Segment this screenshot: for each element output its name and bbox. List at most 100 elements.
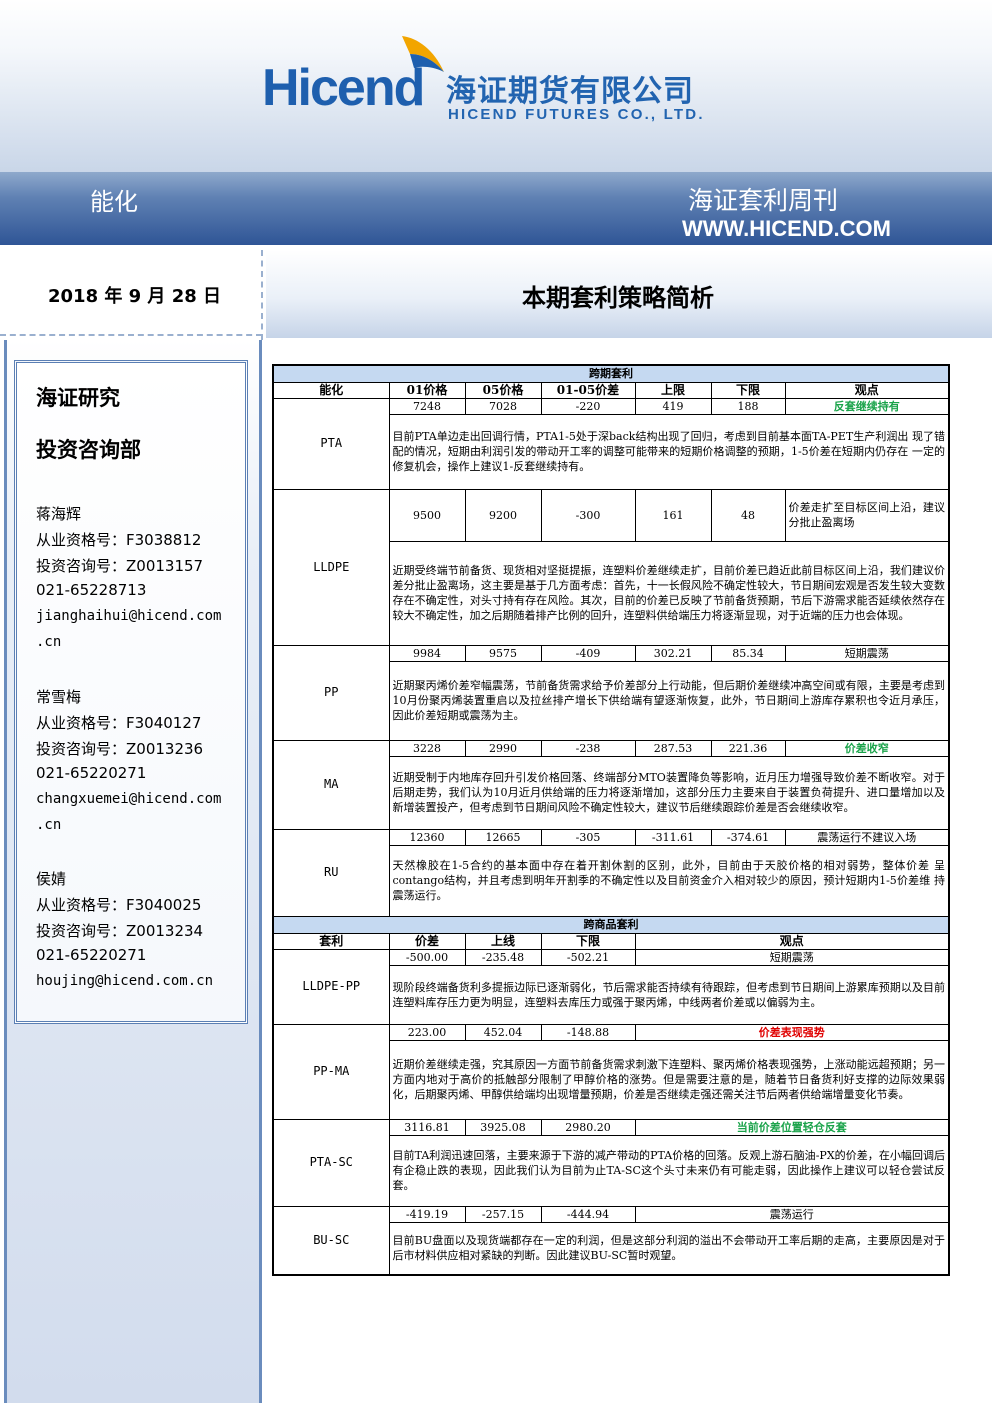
pair-name: PP-MA	[272, 1023, 390, 1120]
price-05: 9200	[464, 488, 542, 542]
comment: 目前PTA单边走出回调行情，PTA1-5处于深back结构出现了回归，考虑到目前…	[388, 413, 950, 490]
analyst-advisory: 投资咨询号：Z0013236	[36, 740, 204, 758]
analyst-email[interactable]: changxuemei@hicend.com	[36, 791, 221, 807]
comment: 近期聚丙烯价差窄幅震荡，节前备货需求给予价差部分上行动能，但后期价差继续冲高空间…	[388, 660, 950, 741]
column-headers: 套利 价差 上线 下限 观点	[272, 932, 950, 950]
comment: 天然橡胶在1-5合约的基本面中存在着开割休割的区别，此外，目前由于天胶价格的相对…	[388, 844, 950, 917]
lower-limit: 85.34	[710, 644, 786, 662]
table-row: PP-MA 223.00 452.04 -148.88 价差表现强势	[272, 1023, 950, 1120]
comment: 近期受终端节前备货、现货相对坚挺提振，连塑料价差继续走扩，目前价差已趋近此前目标…	[388, 540, 950, 646]
analyst-email-suffix[interactable]: .cn	[36, 817, 61, 833]
spread: -419.19	[388, 1205, 466, 1223]
lower-limit: 48	[710, 488, 786, 542]
price-05: 7028	[464, 397, 542, 415]
company-logo: Hicend 海证期货有限公司 HICEND FUTURES CO., LTD.	[262, 30, 732, 130]
price-05: 12665	[464, 828, 542, 846]
website-link[interactable]: WWW.HICEND.COM	[682, 216, 891, 242]
upper-limit: -257.15	[464, 1205, 542, 1223]
divider	[261, 250, 263, 340]
comment: 近期受制于内地库存回升引发价格回落、终端部分MTO装置降负等影响，近月压力增强导…	[388, 755, 950, 830]
col-header: 套利	[272, 932, 390, 950]
commodity-name: MA	[272, 739, 390, 830]
price-01: 7248	[388, 397, 466, 415]
company-name-cn: 海证期货有限公司	[446, 74, 694, 109]
analyst-advisory: 投资咨询号：Z0013157	[36, 557, 204, 575]
spread: -305	[540, 828, 636, 846]
lower-limit: 188	[710, 397, 786, 415]
upper-limit: 161	[634, 488, 712, 542]
comment: 目前BU盘面以及现货端都存在一定的利润，但是这部分利润的溢出不会带动开工率后期的…	[388, 1221, 950, 1276]
lower-limit: 221.36	[710, 739, 786, 757]
analyst-license: 从业资格号：F3040127	[36, 714, 202, 732]
spread: -238	[540, 739, 636, 757]
logo-wing-icon	[402, 36, 444, 72]
table-row: PTA-SC 3116.81 3925.08 2980.20 当前价差位置轻仓反…	[272, 1118, 950, 1207]
analyst-email-suffix[interactable]: .cn	[36, 634, 61, 650]
col-header: 01-05价差	[540, 381, 636, 399]
view: 短期震荡	[784, 644, 950, 662]
pair-name: LLDPE-PP	[272, 948, 390, 1025]
table-row: LLDPE 9500 9200 -300 161 48 价差走扩至目标区间上沿，…	[272, 488, 950, 646]
commodity-name: PTA	[272, 397, 390, 490]
analyst-phone: 021-65220271	[36, 946, 147, 964]
spread: -220	[540, 397, 636, 415]
spread: 223.00	[388, 1023, 466, 1041]
price-01: 9984	[388, 644, 466, 662]
arbitrage-table: 跨期套利 能化 01价格 05价格 01-05价差 上限 下限 观点 PTA 7…	[272, 364, 951, 1276]
upper-limit: -311.61	[634, 828, 712, 846]
upper-limit: 302.21	[634, 644, 712, 662]
spread: -500.00	[388, 948, 466, 966]
price-05: 9575	[464, 644, 542, 662]
comment: 现阶段终端备货利多提振边际已逐渐弱化，节后需求能否持续有待跟踪，但考虑到节日期间…	[388, 964, 950, 1025]
col-header: 05价格	[464, 381, 542, 399]
upper-limit: -235.48	[464, 948, 542, 966]
table-row: RU 12360 12665 -305 -311.61 -374.61 震荡运行…	[272, 828, 950, 917]
section-label: 能化	[90, 188, 138, 216]
view: 价差收窄	[784, 739, 950, 757]
commodity-name: PP	[272, 644, 390, 741]
price-01: 3228	[388, 739, 466, 757]
col-header: 上限	[634, 381, 712, 399]
comment: 近期价差继续走强，究其原因一方面节前备货需求刺激下连塑料、聚丙烯价格表现强势，上…	[388, 1039, 950, 1120]
dept-name: 投资咨询部	[36, 438, 141, 462]
spread: 3116.81	[388, 1118, 466, 1136]
analyst-phone: 021-65220271	[36, 764, 147, 782]
org-name: 海证研究	[36, 386, 120, 410]
pair-name: PTA-SC	[272, 1118, 390, 1207]
analyst-license: 从业资格号：F3040025	[36, 896, 202, 914]
view: 当前价差位置轻仓反套	[634, 1118, 950, 1136]
view: 价差表现强势	[634, 1023, 950, 1041]
section-header: 跨期套利	[272, 364, 950, 383]
upper-limit: 452.04	[464, 1023, 542, 1041]
table-row: PTA 7248 7028 -220 419 188 反套继续持有	[272, 397, 950, 490]
lower-limit: -148.88	[540, 1023, 636, 1041]
table-row: PP 9984 9575 -409 302.21 85.34 短期震荡	[272, 644, 950, 741]
price-01: 9500	[388, 488, 466, 542]
upper-limit: 287.53	[634, 739, 712, 757]
view: 反套继续持有	[784, 397, 950, 415]
lower-limit: -502.21	[540, 948, 636, 966]
col-header: 观点	[784, 381, 950, 399]
table-row: BU-SC -419.19 -257.15 -444.94 震荡运行	[272, 1205, 950, 1276]
comment: 目前TA利润迅速回落，主要来源于下游的减产带动的PTA价格的回落。反观上游石脑油…	[388, 1134, 950, 1207]
analyst-name: 常雪梅	[36, 688, 82, 706]
upper-limit: 3925.08	[464, 1118, 542, 1136]
analyst-email[interactable]: houjing@hicend.com.cn	[36, 973, 213, 989]
commodity-name: RU	[272, 828, 390, 917]
spread: -300	[540, 488, 636, 542]
col-header: 价差	[388, 932, 466, 950]
view: 震荡运行	[634, 1205, 950, 1223]
company-name-en: HICEND FUTURES CO., LTD.	[448, 106, 705, 123]
report-title: 本期套利策略简析	[522, 284, 714, 312]
pair-name: BU-SC	[272, 1205, 390, 1276]
analyst-email[interactable]: jianghaihui@hicend.com	[36, 608, 221, 624]
analyst-advisory: 投资咨询号：Z0013234	[36, 922, 204, 940]
lower-limit: -374.61	[710, 828, 786, 846]
lower-limit: 2980.20	[540, 1118, 636, 1136]
analyst-phone: 021-65228713	[36, 581, 147, 599]
price-05: 2990	[464, 739, 542, 757]
analyst-license: 从业资格号：F3038812	[36, 531, 202, 549]
view: 价差走扩至目标区间上沿，建议分批止盈离场	[784, 488, 950, 542]
col-header: 能化	[272, 381, 390, 399]
col-header: 下限	[710, 381, 786, 399]
